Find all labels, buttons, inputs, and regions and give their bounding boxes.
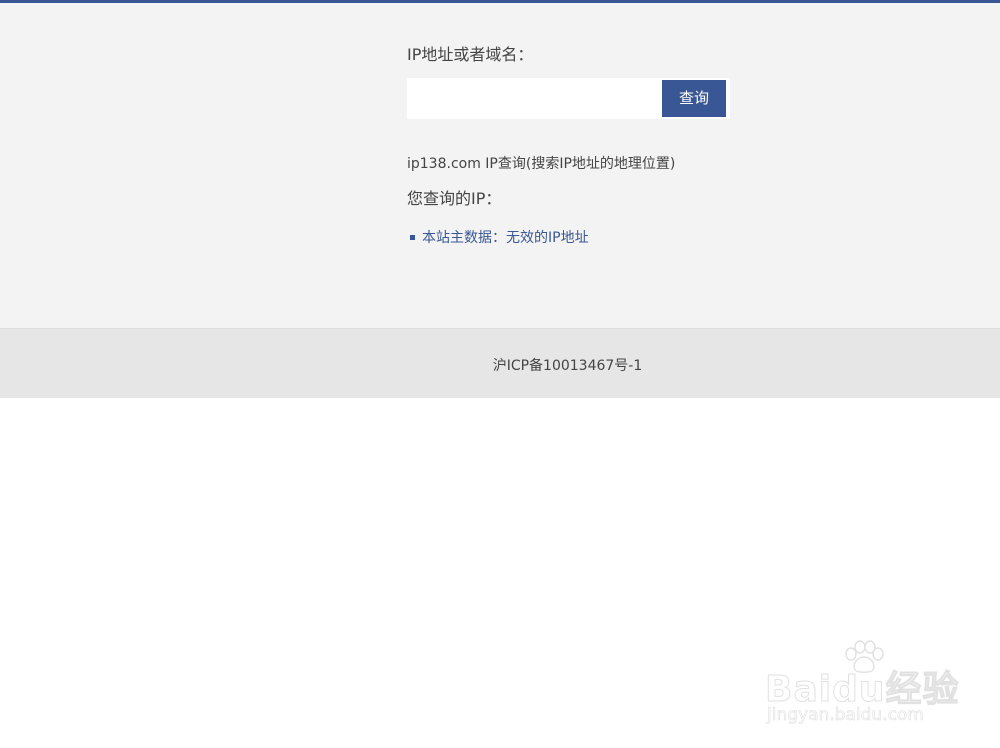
footer: 沪ICP备10013467号-1	[0, 328, 1000, 398]
result-text: 本站主数据：无效的IP地址	[422, 230, 589, 246]
square-bullet-icon	[410, 235, 415, 240]
icp-record: 沪ICP备10013467号-1	[492, 358, 643, 374]
query-button[interactable]: 查询	[662, 80, 726, 117]
baidu-jingyan-watermark: Baidu经验 jingyan.baidu.com	[764, 640, 959, 730]
main-section: IP地址或者域名： 查询 ip138.com IP查询(搜索IP地址的地理位置)…	[0, 3, 1000, 328]
result-item: 本站主数据：无效的IP地址	[407, 228, 589, 248]
your-ip-label: 您查询的IP：	[407, 189, 502, 208]
site-description: ip138.com IP查询(搜索IP地址的地理位置)	[407, 156, 676, 172]
query-button-frame: 查询	[662, 78, 730, 119]
watermark-url: jingyan.baidu.com	[767, 705, 924, 726]
query-label: IP地址或者域名：	[407, 45, 534, 64]
ip-domain-input[interactable]	[407, 78, 662, 119]
result-list: 本站主数据：无效的IP地址	[407, 228, 589, 248]
